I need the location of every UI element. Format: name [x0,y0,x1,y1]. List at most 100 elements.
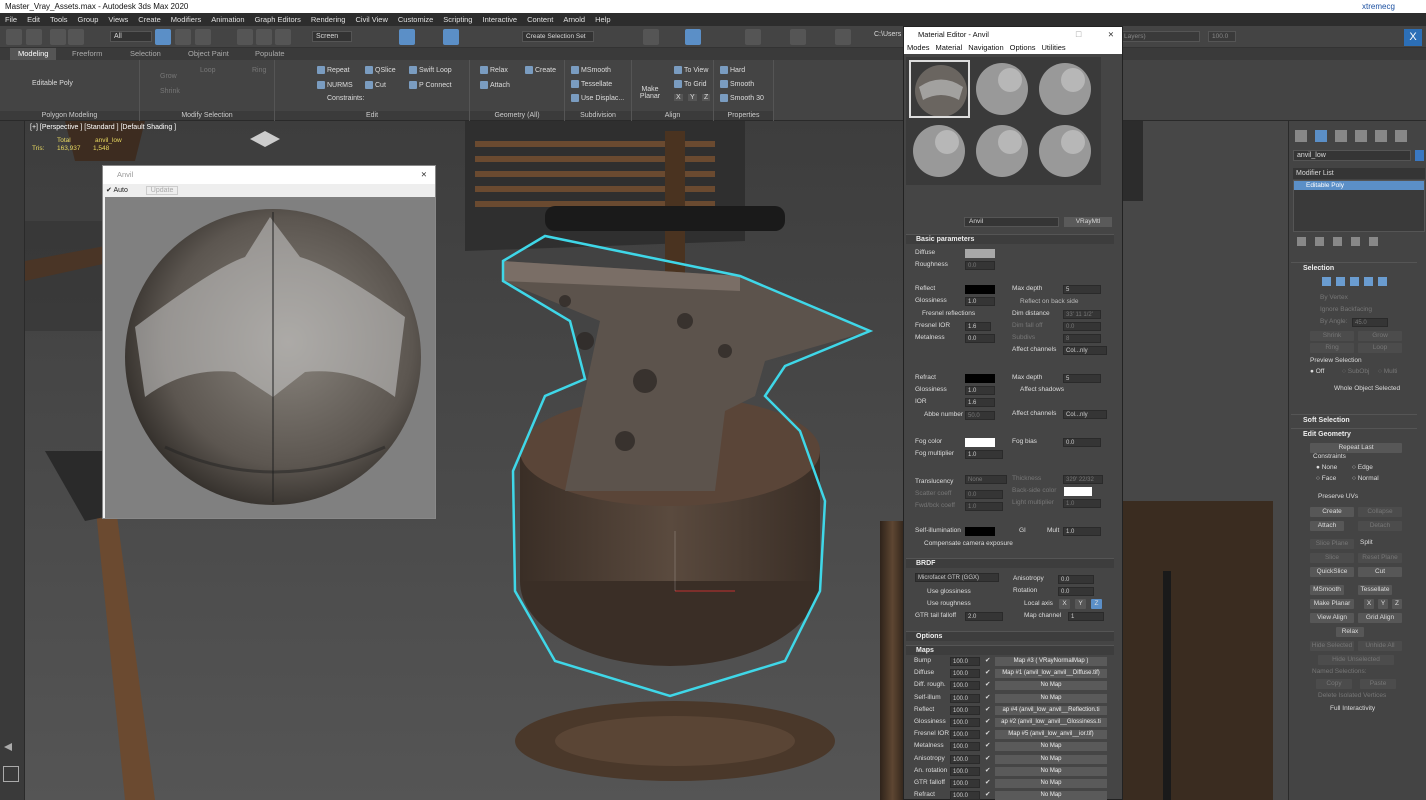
preview-off-radio[interactable]: ● Off [1310,368,1324,375]
align-z-button[interactable]: Z [702,94,711,101]
relax-button[interactable]: Relax [480,66,508,74]
diffuse-color-swatch[interactable] [965,249,995,258]
fwd-bck-field[interactable]: 1.0 [965,502,1003,511]
split-checkbox[interactable]: Split [1360,539,1373,546]
angle-snap-icon[interactable] [443,29,459,45]
ribbon-toggle-icon[interactable] [685,29,701,45]
options-header[interactable]: Options [906,631,1114,641]
zoom-field[interactable]: 100.0 [1208,31,1236,42]
map-amount-field[interactable]: 100.0 [950,718,980,727]
preserve-uvs-checkbox[interactable]: Preserve UVs [1318,493,1358,500]
self-illum-color-swatch[interactable] [965,527,995,536]
map-enable-checkbox[interactable]: ✔ [985,705,990,715]
constraint-none-radio[interactable]: ● None [1316,464,1337,471]
modify-tab-icon[interactable] [1315,130,1327,142]
slice-plane-button[interactable]: Slice Plane [1310,539,1354,549]
glossiness-field[interactable]: 1.0 [965,297,995,306]
max-depth-field[interactable]: 5 [1063,285,1101,294]
to-view-button[interactable]: To View [674,66,708,74]
relax-button[interactable]: Relax [1336,627,1364,637]
collapse-button[interactable]: Collapse [1358,507,1402,517]
map-amount-field[interactable]: 100.0 [950,766,980,776]
dim-distance-field[interactable]: 33' 11 1/2' [1063,310,1101,319]
backside-color-swatch[interactable] [1064,487,1092,496]
map-amount-field[interactable]: 100.0 [950,705,980,715]
ring-button[interactable]: Ring [252,67,266,74]
menu-item[interactable]: Animation [206,13,249,26]
motion-tab-icon[interactable] [1355,130,1367,142]
to-grid-button[interactable]: To Grid [674,80,707,88]
preview-multi-radio[interactable]: ○ Multi [1378,368,1397,375]
loop-button[interactable]: Loop [200,67,216,74]
selection-rollout-header[interactable]: Selection [1291,262,1417,273]
affect-shadows-checkbox[interactable]: Affect shadows [1020,385,1064,395]
fog-multiplier-field[interactable]: 1.0 [965,450,1003,459]
material-editor-menu-item[interactable]: Utilities [1039,42,1069,54]
align-y-button[interactable]: Y [688,94,697,101]
material-type-button[interactable]: VRayMtl [1064,217,1112,227]
edge-level-icon[interactable] [1336,277,1345,286]
sample-slot-anvil[interactable] [909,60,970,118]
scene-explorer-icon[interactable] [643,29,659,45]
mult-field[interactable]: 1.0 [1063,527,1101,536]
menu-item[interactable]: Content [522,13,558,26]
select-object-icon[interactable] [155,29,171,45]
map-button[interactable]: Map #5 (anvil_low_anvil__ior.tif) [995,730,1107,740]
planar-z-button[interactable]: Z [1392,599,1402,609]
compensate-exposure-checkbox[interactable]: Compensate camera exposure [924,539,1013,549]
map-button[interactable]: Map #1 (anvil_low_anvil__Diffuse.tif) [995,669,1107,679]
map-amount-field[interactable]: 100.0 [950,779,980,788]
local-axis-radio[interactable]: Local axis [1024,599,1053,609]
menu-item[interactable]: Customize [393,13,438,26]
map-button[interactable]: ap #4 (anvil_low_anvil__Reflection.ti [995,705,1107,715]
dim-falloff-field[interactable]: 0.0 [1063,322,1101,331]
delete-isolated-checkbox[interactable]: Delete Isolated Vertices [1318,692,1386,699]
grid-align-button[interactable]: Grid Align [1358,613,1402,623]
map-enable-checkbox[interactable]: ✔ [985,680,990,690]
tab-populate[interactable]: Populate [255,49,285,58]
menu-item[interactable]: Views [103,13,133,26]
refract-max-depth-field[interactable]: 5 [1063,374,1101,383]
element-level-icon[interactable] [1378,277,1387,286]
map-button[interactable]: No Map [995,681,1107,691]
qslice-button[interactable]: QSlice [365,66,396,74]
material-name-field[interactable]: Anvil [964,217,1059,227]
hide-selected-button[interactable]: Hide Selected [1310,641,1354,651]
planar-y-button[interactable]: Y [1378,599,1388,609]
smooth-button[interactable]: Smooth [720,80,754,88]
map-button[interactable]: No Map [995,742,1107,752]
rect-selection-icon[interactable] [195,29,211,45]
swift-loop-button[interactable]: Swift Loop [409,66,452,74]
msmooth-button[interactable]: MSmooth [571,66,611,74]
gi-checkbox[interactable]: GI [1019,526,1026,536]
rotation-field[interactable]: 0.0 [1058,587,1094,596]
tab-selection[interactable]: Selection [130,49,161,58]
menu-item[interactable]: Arnold [558,13,590,26]
dim-distance-checkbox[interactable]: Dim distance [1012,309,1050,319]
attach-button[interactable]: Attach [1310,521,1344,531]
material-editor-menu-item[interactable]: Navigation [965,42,1006,54]
material-editor-close-icon[interactable]: ✕ [1108,27,1114,42]
ignore-backfacing-checkbox[interactable]: Ignore Backfacing [1320,306,1372,313]
align-x-button[interactable]: X [674,94,683,101]
affect-channels-dropdown[interactable]: Col...nly [1063,346,1107,355]
remove-modifier-icon[interactable] [1351,237,1360,246]
material-editor-icon[interactable] [745,29,761,45]
shrink-button[interactable]: Shrink [160,88,180,95]
project-path[interactable]: C:\Users [874,31,901,38]
undo-icon[interactable] [6,29,22,45]
refract-affect-channels-dropdown[interactable]: Col...nly [1063,410,1107,419]
display-tab-icon[interactable] [1375,130,1387,142]
tab-object-paint[interactable]: Object Paint [188,49,229,58]
maps-header[interactable]: Maps [906,645,1114,655]
map-enable-checkbox[interactable]: ✔ [985,754,990,764]
map-amount-field[interactable]: 100.0 [950,669,980,679]
map-button[interactable]: No Map [995,766,1107,776]
preview-close-icon[interactable]: ✕ [421,166,427,184]
abbe-checkbox[interactable]: Abbe number [924,410,963,420]
material-editor-menu-item[interactable]: Options [1007,42,1039,54]
menu-item[interactable]: Tools [45,13,73,26]
scale-icon[interactable] [275,29,291,45]
menu-item[interactable]: Scripting [438,13,477,26]
paste-button[interactable]: Paste [1360,679,1396,689]
